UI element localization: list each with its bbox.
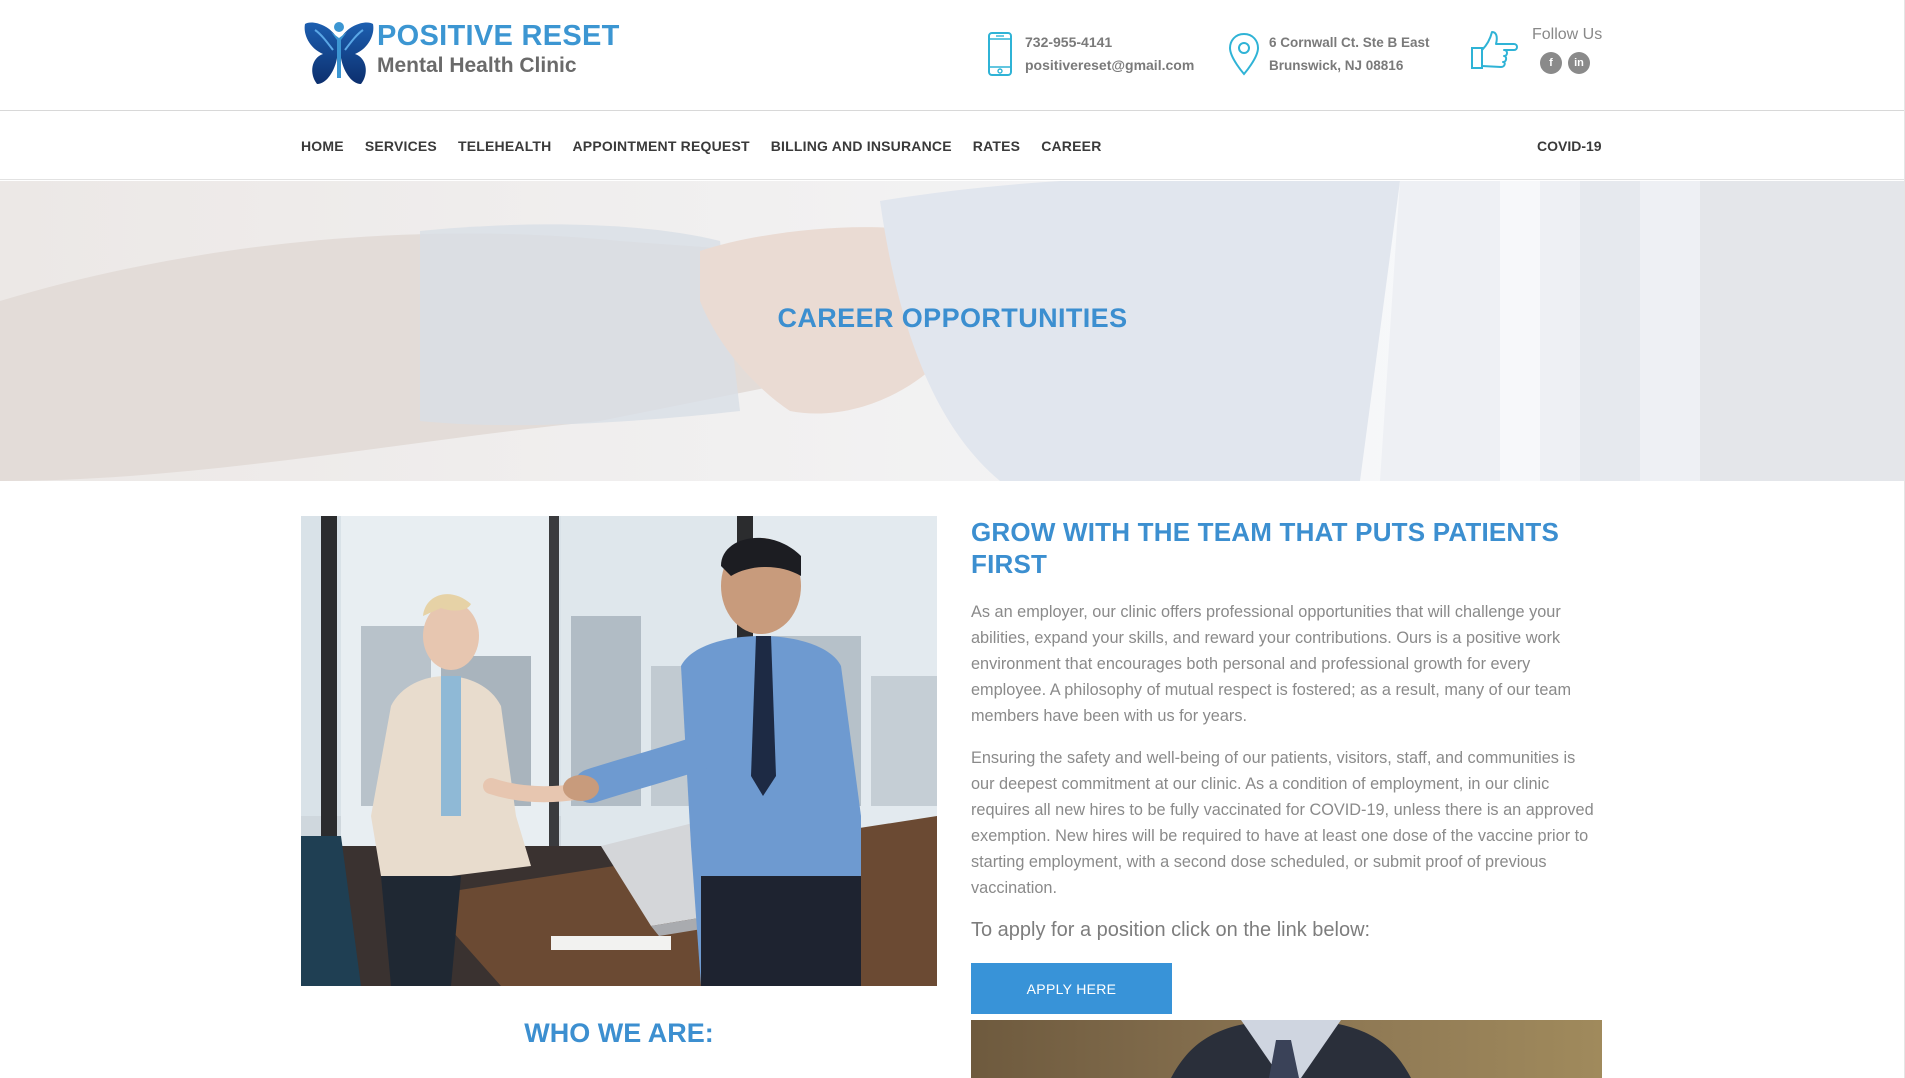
hero-title: CAREER OPPORTUNITIES — [777, 303, 1128, 333]
follow-us-label: Follow Us — [1532, 26, 1603, 43]
butterfly-logo-icon — [304, 22, 374, 84]
nav-item-billing-and-insurance[interactable]: BILLING AND INSURANCE — [771, 138, 952, 154]
phone-number[interactable]: 732-955-4141 — [1025, 31, 1194, 54]
facebook-icon[interactable]: f — [1540, 52, 1562, 74]
nav-item-appointment-request[interactable]: APPOINTMENT REQUEST — [572, 138, 749, 154]
nav-item-services[interactable]: SERVICES — [365, 138, 437, 154]
team-member-photo — [971, 1020, 1602, 1078]
nav-item-covid-19[interactable]: COVID-19 — [1537, 112, 1602, 180]
phone-icon — [988, 32, 1012, 76]
address-line-1: 6 Cornwall Ct. Ste B East — [1269, 35, 1430, 50]
brand-subtitle: Mental Health Clinic — [377, 54, 577, 77]
contact-address-block: 6 Cornwall Ct. Ste B East Brunswick, NJ … — [1227, 30, 1430, 78]
nav-item-home[interactable]: HOME — [301, 138, 344, 154]
site-header: POSITIVE RESET Mental Health Clinic 732-… — [0, 0, 1905, 111]
apply-instruction: To apply for a position click on the lin… — [971, 919, 1371, 941]
linkedin-icon[interactable]: in — [1568, 52, 1590, 74]
email-address[interactable]: positivereset@gmail.com — [1025, 54, 1194, 77]
contact-phone-block: 732-955-4141 positivereset@gmail.com — [983, 30, 1194, 78]
career-intro-section: GROW WITH THE TEAM THAT PUTS PATIENTS FI… — [971, 516, 1602, 1014]
brand-title: POSITIVE RESET — [377, 20, 620, 52]
follow-us-block: Follow Us f in — [1468, 26, 1602, 74]
location-pin-icon — [1228, 32, 1260, 76]
interview-handshake-photo — [301, 516, 937, 986]
vaccination-paragraph: Ensuring the safety and well-being of ou… — [971, 749, 1594, 897]
apply-here-button[interactable]: APPLY HERE — [971, 963, 1172, 1014]
employer-paragraph: As an employer, our clinic offers profes… — [971, 603, 1572, 725]
main-navigation: HOME SERVICES TELEHEALTH APPOINTMENT REQ… — [0, 112, 1905, 180]
section-heading: GROW WITH THE TEAM THAT PUTS PATIENTS FI… — [971, 517, 1560, 579]
site-logo[interactable]: POSITIVE RESET Mental Health Clinic — [301, 18, 621, 90]
nav-item-rates[interactable]: RATES — [973, 138, 1020, 154]
hero-banner: CAREER OPPORTUNITIES — [0, 181, 1905, 481]
address-line-2: Brunswick, NJ 08816 — [1269, 58, 1404, 73]
pointing-hand-icon — [1471, 31, 1518, 69]
nav-item-career[interactable]: CAREER — [1041, 138, 1101, 154]
who-we-are-heading: WHO WE ARE: — [524, 1018, 714, 1048]
nav-item-telehealth[interactable]: TELEHEALTH — [458, 138, 552, 154]
